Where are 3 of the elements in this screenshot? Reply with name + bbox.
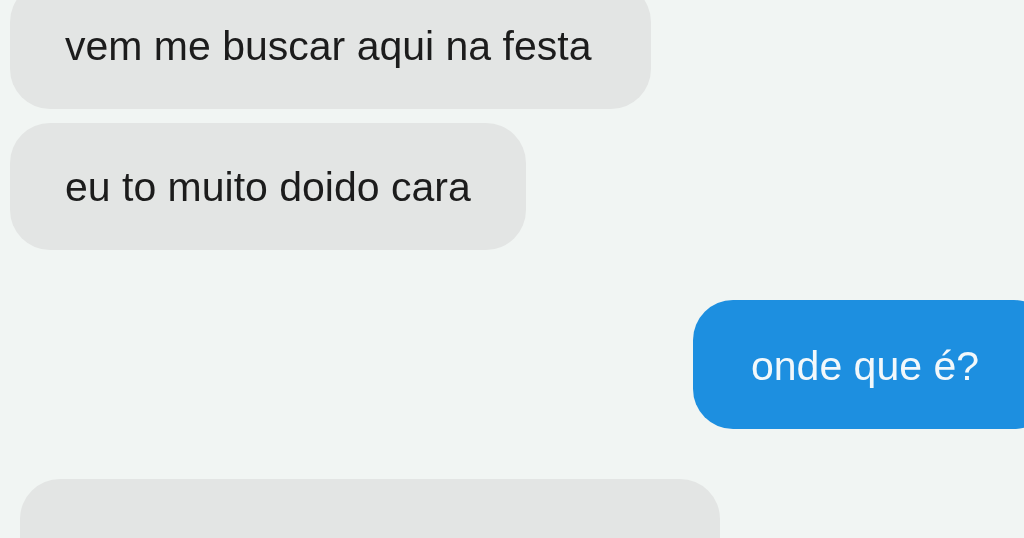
sent-message-bubble: onde que é? (693, 300, 1024, 429)
received-message-bubble: eu to muito doido cara (10, 123, 526, 250)
received-message-bubble: vem me buscar aqui na festa (10, 0, 652, 109)
